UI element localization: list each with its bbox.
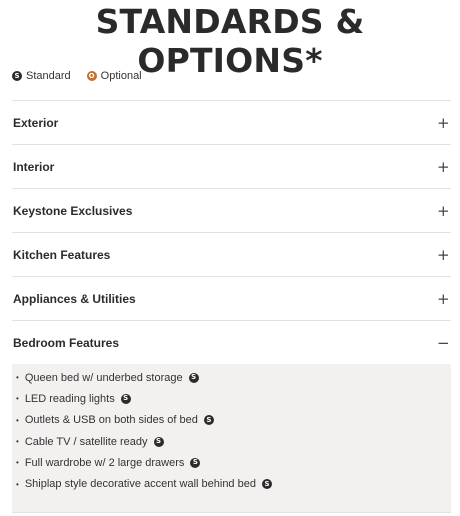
section-title: Appliances & Utilities [13, 291, 136, 306]
section-title: Exterior [13, 115, 59, 130]
bedroom-features-panel: • Queen bed w/ underbed storage S • LED … [12, 364, 451, 512]
expand-plus-icon[interactable]: + [437, 114, 450, 132]
list-item: • LED reading lights S [12, 388, 451, 409]
section-header-bedroom-features[interactable]: Bedroom Features − [12, 321, 451, 364]
page-title: STANDARDS & OPTIONS* [95, 2, 365, 80]
list-item: • Full wardrobe w/ 2 large drawers S [12, 452, 451, 473]
legend-optional-label: Optional [100, 70, 142, 82]
list-item-text: Cable TV / satellite ready [24, 435, 148, 448]
bullet-icon: • [16, 479, 19, 489]
section-title: Keystone Exclusives [13, 203, 133, 218]
list-item-text: Queen bed w/ underbed storage [24, 371, 183, 384]
section-header-exterior[interactable]: Exterior + [12, 101, 451, 144]
list-item: • Outlets & USB on both sides of bed S [12, 410, 451, 431]
expand-plus-icon[interactable]: + [437, 202, 450, 220]
section-header-interior[interactable]: Interior + [12, 145, 451, 188]
section-bedroom-features: Bedroom Features − • Queen bed w/ underb… [12, 320, 451, 512]
section-title: Interior [13, 159, 55, 174]
section-title: Bedroom Features [13, 335, 120, 350]
list-item: • Queen bed w/ underbed storage S [12, 367, 451, 388]
list-item: • Cable TV / satellite ready S [12, 431, 451, 452]
list-item: • Shiplap style decorative accent wall b… [12, 473, 451, 494]
optional-badge-icon: O [86, 71, 97, 81]
section-header-appliances-utilities[interactable]: Appliances & Utilities + [12, 277, 451, 320]
bullet-icon: • [16, 458, 19, 468]
divider [12, 511, 451, 513]
standard-badge-icon: S [153, 436, 164, 447]
standard-badge-icon: S [203, 415, 214, 426]
expand-plus-icon[interactable]: + [437, 290, 450, 308]
section-interior: Interior + [12, 144, 451, 188]
legend-optional: O Optional [86, 70, 142, 82]
legend-standard-label: Standard [26, 70, 71, 82]
section-kitchen-features: Kitchen Features + [12, 232, 451, 276]
bullet-icon: • [16, 394, 19, 404]
standard-badge-icon: S [261, 479, 272, 490]
section-header-keystone-exclusives[interactable]: Keystone Exclusives + [12, 189, 451, 232]
collapse-minus-icon[interactable]: − [437, 334, 450, 352]
section-header-kitchen-features[interactable]: Kitchen Features + [12, 233, 451, 276]
legend: S Standard O Optional [12, 70, 158, 82]
bedroom-features-list: • Queen bed w/ underbed storage S • LED … [12, 367, 451, 495]
expand-plus-icon[interactable]: + [437, 246, 450, 264]
section-appliances-utilities: Appliances & Utilities + [12, 276, 451, 320]
section-keystone-exclusives: Keystone Exclusives + [12, 188, 451, 232]
standard-badge-icon: S [120, 393, 131, 404]
expand-plus-icon[interactable]: + [437, 158, 450, 176]
list-item-text: Full wardrobe w/ 2 large drawers [24, 456, 185, 469]
bullet-icon: • [16, 373, 19, 383]
features-accordion: Exterior + Interior + Keystone Exclusive… [12, 100, 451, 513]
list-item-text: Outlets & USB on both sides of bed [24, 414, 198, 427]
legend-standard: S Standard [12, 70, 71, 82]
list-item-text: Shiplap style decorative accent wall beh… [24, 478, 256, 491]
standard-badge-icon: S [188, 372, 199, 383]
standard-badge-icon: S [190, 457, 201, 468]
list-item-text: LED reading lights [24, 392, 115, 405]
bullet-icon: • [16, 437, 19, 447]
section-title: Kitchen Features [13, 247, 111, 262]
section-exterior: Exterior + [12, 100, 451, 144]
standard-badge-icon: S [12, 71, 22, 81]
bullet-icon: • [16, 415, 19, 425]
